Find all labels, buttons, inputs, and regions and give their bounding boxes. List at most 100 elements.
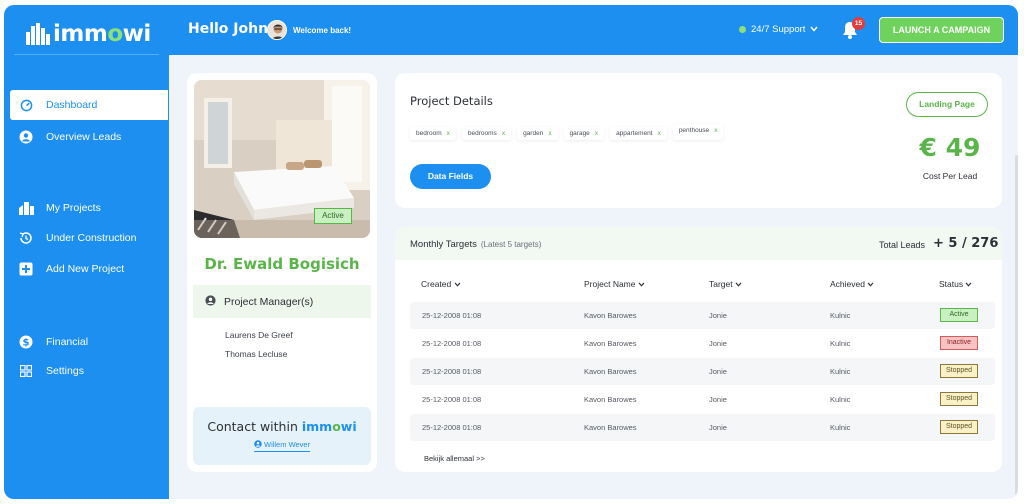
scrollbar[interactable]: [1015, 155, 1018, 495]
contact-name: Dr. Ewald Bogisich: [204, 255, 360, 273]
cell-achieved: Kulnic: [830, 367, 851, 376]
manager-name: Thomas Lecluse: [225, 349, 288, 359]
launch-campaign-button[interactable]: LAUNCH A CAMPAIGN: [879, 17, 1004, 43]
table-row[interactable]: 25-12-2008 01:08 Kavon Barowes Jonie Kul…: [410, 414, 995, 441]
table-row[interactable]: 25-12-2008 01:08 Kavon Barowes Jonie Kul…: [410, 302, 995, 329]
tag[interactable]: penthouse x: [672, 124, 724, 140]
cell-project-name: Kavon Barowes: [584, 311, 637, 320]
history-icon: [18, 230, 34, 246]
remove-tag-icon[interactable]: x: [548, 130, 551, 137]
cell-target: Jonie: [709, 423, 727, 432]
status-badge: Active: [940, 308, 978, 322]
user-circle-icon: [18, 129, 34, 145]
column-header-created[interactable]: Created: [421, 279, 461, 289]
sidebar-item-label: My Projects: [46, 202, 101, 214]
sidebar: immowi Dashboard Overview Leads My Proje…: [4, 5, 169, 499]
avatar[interactable]: [267, 20, 287, 40]
status-badge: Inactive: [940, 336, 978, 350]
buildings-icon: [18, 200, 34, 216]
sidebar-item-my-projects[interactable]: My Projects: [10, 193, 168, 223]
contact-person-link[interactable]: Willem Wever: [253, 440, 311, 452]
chevron-down-icon: [867, 282, 874, 287]
table-row[interactable]: 25-12-2008 01:08 Kavon Barowes Jonie Kul…: [410, 330, 995, 357]
sidebar-item-label: Settings: [46, 365, 84, 377]
sidebar-item-financial[interactable]: $ Financial: [10, 327, 168, 357]
cell-created: 25-12-2008 01:08: [422, 395, 482, 404]
total-leads-value: + 5 / 276: [933, 236, 999, 251]
greeting: Hello John: [188, 21, 269, 37]
cell-achieved: Kulnic: [830, 311, 851, 320]
online-dot-icon: [739, 26, 746, 33]
gauge-icon: [18, 97, 34, 113]
data-fields-button[interactable]: Data Fields: [410, 164, 491, 189]
sidebar-item-dashboard[interactable]: Dashboard: [10, 90, 168, 120]
remove-tag-icon[interactable]: x: [658, 130, 661, 137]
total-leads-label: Total Leads: [879, 240, 926, 250]
sidebar-item-label: Dashboard: [46, 99, 98, 111]
cell-target: Jonie: [709, 311, 727, 320]
chevron-down-icon: [638, 282, 645, 287]
tag[interactable]: bedroom x: [410, 127, 456, 140]
manager-name: Laurens De Greef: [225, 330, 293, 340]
status-badge: Stopped: [940, 364, 978, 378]
cell-created: 25-12-2008 01:08: [422, 423, 482, 432]
logo[interactable]: immowi: [26, 19, 151, 49]
chevron-down-icon: [810, 24, 818, 35]
cell-project-name: Kavon Barowes: [584, 423, 637, 432]
status-badge: Stopped: [940, 420, 978, 434]
sidebar-item-label: Under Construction: [46, 232, 137, 244]
cell-target: Jonie: [709, 395, 727, 404]
tag[interactable]: garden x: [517, 127, 558, 140]
cell-project-name: Kavon Barowes: [584, 367, 637, 376]
tag[interactable]: appartement x: [610, 127, 667, 140]
column-header-target[interactable]: Target: [709, 279, 742, 289]
cell-achieved: Kulnic: [830, 423, 851, 432]
table-row[interactable]: 25-12-2008 01:08 Kavon Barowes Jonie Kul…: [410, 358, 995, 385]
sidebar-item-overview-leads[interactable]: Overview Leads: [10, 122, 168, 152]
welcome-text: Welcome back!: [293, 26, 352, 35]
sidebar-item-settings[interactable]: Settings: [10, 356, 168, 386]
cell-created: 25-12-2008 01:08: [422, 339, 482, 348]
contact-box: Contact within immowi Willem Wever: [193, 407, 371, 465]
sidebar-item-label: Financial: [46, 336, 89, 348]
remove-tag-icon[interactable]: x: [502, 130, 505, 137]
cost-per-lead-label: Cost Per Lead: [922, 171, 978, 181]
logo-mark-icon: [26, 23, 50, 45]
sidebar-divider: [14, 54, 159, 55]
monthly-targets-card: Monthly Targets (Latest 5 targets) Total …: [395, 227, 1002, 472]
chevron-down-icon: [966, 282, 972, 287]
landing-page-button[interactable]: Landing Page: [906, 92, 988, 117]
column-header-achieved[interactable]: Achieved: [830, 279, 874, 289]
column-header-status[interactable]: Status: [939, 279, 972, 289]
project-details-card: Project Details bedroom x bedrooms x garde…: [395, 73, 1002, 208]
tag[interactable]: garage x: [563, 127, 605, 140]
sidebar-item-label: Add New Project: [46, 263, 125, 275]
chevron-down-icon: [735, 282, 742, 287]
project-details-title: Project Details: [410, 94, 493, 108]
logo-text: immowi: [53, 21, 151, 47]
app-window: immowi Dashboard Overview Leads My Proje…: [4, 5, 1018, 499]
cell-achieved: Kulnic: [830, 395, 851, 404]
user-circle-icon: [205, 294, 216, 309]
remove-tag-icon[interactable]: x: [447, 130, 450, 137]
svg-text:$: $: [23, 338, 30, 349]
sidebar-item-add-new-project[interactable]: Add New Project: [10, 254, 168, 284]
status-badge: Active: [314, 208, 352, 224]
support-dropdown[interactable]: 24/7 Support: [739, 24, 818, 35]
grid-icon: [18, 363, 34, 379]
monthly-targets-title: Monthly Targets (Latest 5 targets): [410, 239, 542, 250]
table-row[interactable]: 25-12-2008 01:08 Kavon Barowes Jonie Kul…: [410, 386, 995, 413]
cost-per-lead-value: € 49: [919, 133, 981, 162]
tag-list: bedroom x bedrooms x garden x garage x appar…: [410, 124, 724, 140]
remove-tag-icon[interactable]: x: [595, 130, 598, 137]
cell-target: Jonie: [709, 339, 727, 348]
remove-tag-icon[interactable]: x: [714, 127, 717, 134]
sidebar-item-under-construction[interactable]: Under Construction: [10, 223, 168, 253]
cell-project-name: Kavon Barowes: [584, 339, 637, 348]
column-header-project-name[interactable]: Project Name: [584, 279, 645, 289]
user-circle-icon: [254, 440, 262, 448]
tag[interactable]: bedrooms x: [461, 127, 512, 140]
see-all-link[interactable]: Bekijk allemaal >>: [424, 454, 485, 463]
profile-card: Active Dr. Ewald Bogisich Project Manage…: [187, 73, 377, 472]
cell-created: 25-12-2008 01:08: [422, 311, 482, 320]
